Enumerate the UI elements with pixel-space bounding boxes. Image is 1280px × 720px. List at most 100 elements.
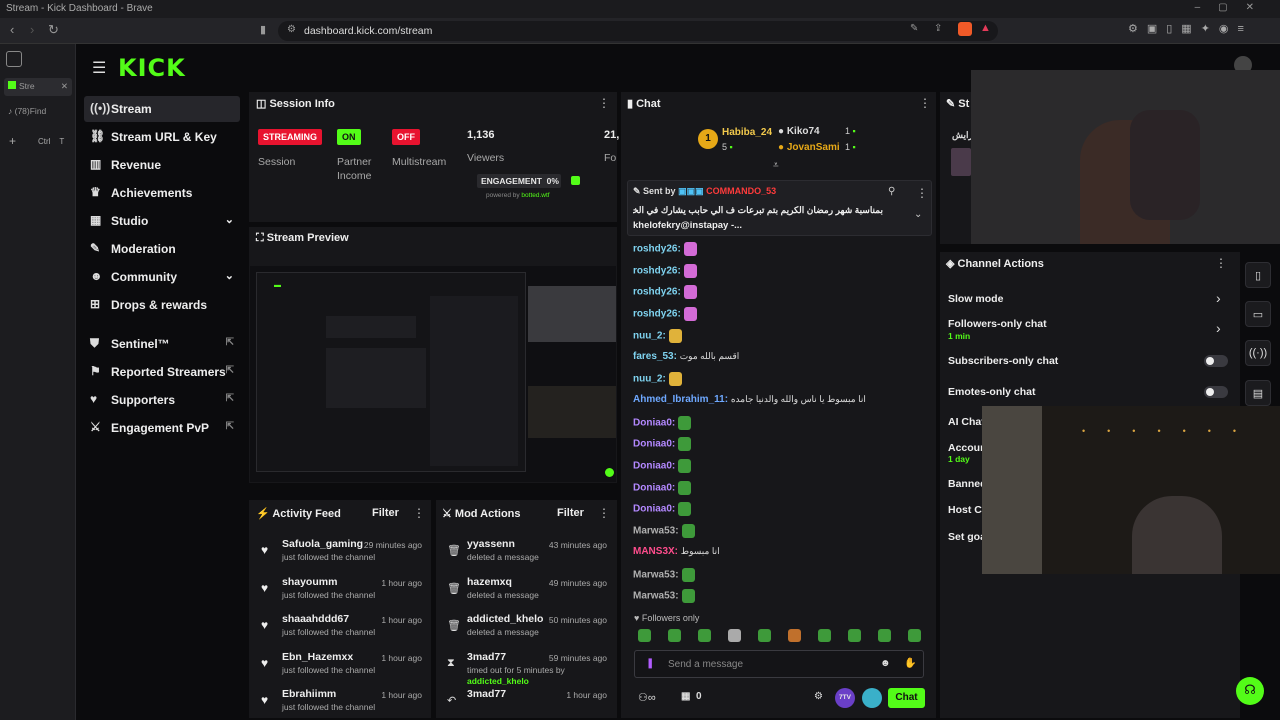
gif-button[interactable] xyxy=(862,688,882,708)
chat-username[interactable]: Ahmed_Ibrahim_11: xyxy=(633,394,728,405)
chat-message[interactable]: roshdy26: xyxy=(633,307,923,322)
followers-only-row[interactable]: Followers-only chat xyxy=(948,318,1047,330)
pinned-sender-name[interactable]: COMMANDO_53 xyxy=(706,186,776,196)
chat-username[interactable]: roshdy26: xyxy=(633,244,681,255)
set-goal-row[interactable]: Set goa xyxy=(948,531,986,543)
chat-username[interactable]: Doniaa0: xyxy=(633,461,675,472)
stream-preview-video[interactable]: ▬ xyxy=(250,266,616,482)
chat-message[interactable]: Marwa53: xyxy=(633,524,923,539)
pin-icon[interactable]: ⚲ xyxy=(888,186,895,197)
tab-stream[interactable]: Stre ✕ xyxy=(4,78,72,96)
rail-chat-icon[interactable]: ▭ xyxy=(1245,301,1271,327)
sidebar-item-reported[interactable]: ⚑ Reported Streamers ⇱ xyxy=(84,359,240,385)
chat-message[interactable]: roshdy26: xyxy=(633,263,923,278)
activity-item-name[interactable]: shayoumm xyxy=(282,576,337,588)
mod-filter-button[interactable]: Filter xyxy=(557,507,584,519)
sidebar-toggle-icon[interactable] xyxy=(6,51,22,67)
chat-message[interactable]: roshdy26: xyxy=(633,242,923,256)
banned-words-row[interactable]: Banned xyxy=(948,478,987,490)
botted-link[interactable]: botted.wtf xyxy=(521,192,549,199)
chat-message[interactable]: Marwa53: xyxy=(633,589,923,604)
chat-message[interactable]: nuu_2: xyxy=(633,372,923,387)
reader-icon[interactable]: ✎ xyxy=(910,23,918,34)
chat-message[interactable]: Ahmed_Ibrahim_11: انا مبسوط يا ناس والله… xyxy=(633,394,923,405)
sidebar-item-stream[interactable]: ((•)) Stream xyxy=(84,96,240,122)
sidebar-item-community[interactable]: ☻ Community ⌄ xyxy=(84,264,240,290)
chat-message[interactable]: Doniaa0: xyxy=(633,415,923,430)
close-icon[interactable]: ✕ xyxy=(61,81,68,92)
more-icon[interactable]: ⋮ xyxy=(598,506,610,520)
emote-icon[interactable] xyxy=(908,629,921,642)
gifter-2[interactable]: ● Kiko74 xyxy=(778,126,820,137)
hamburger-icon[interactable]: ☰ xyxy=(92,58,106,78)
chat-username[interactable]: roshdy26: xyxy=(633,309,681,320)
chat-message[interactable]: roshdy26: xyxy=(633,285,923,300)
top-gifter-name[interactable]: Habiba_24 xyxy=(722,127,772,138)
more-icon[interactable]: ⋮ xyxy=(919,96,931,110)
chevron-right-icon[interactable]: › xyxy=(1216,320,1221,336)
sidebar-item-studio[interactable]: ▦ Studio ⌄ xyxy=(84,208,240,234)
chat-username[interactable]: Doniaa0: xyxy=(633,439,675,450)
new-tab-icon[interactable]: + xyxy=(9,134,16,148)
mod-item-name[interactable]: hazemxq xyxy=(467,576,512,588)
chat-message[interactable]: Marwa53: xyxy=(633,567,923,582)
emote-icon[interactable] xyxy=(848,629,861,642)
gift-counter[interactable]: ▦ 0 xyxy=(681,691,702,702)
chevron-right-icon[interactable]: › xyxy=(1216,290,1221,306)
emote-bar[interactable] xyxy=(634,628,924,644)
more-icon[interactable]: ⋮ xyxy=(916,186,928,200)
chat-message[interactable]: Doniaa0: xyxy=(633,480,923,495)
sidebar-item-revenue[interactable]: ▥ Revenue xyxy=(84,152,240,178)
mod-item-name[interactable]: 3mad77 xyxy=(467,651,506,663)
chat-username[interactable]: Marwa53: xyxy=(633,526,679,537)
settings-icon[interactable]: ⚙ xyxy=(814,691,823,702)
tab-find[interactable]: ♪ (78)Find xyxy=(4,103,72,121)
share-icon[interactable]: ⇪ xyxy=(934,23,942,34)
chevron-down-icon[interactable]: ⌄ xyxy=(225,213,234,226)
gifter-3[interactable]: ● JovanSami xyxy=(778,142,840,153)
more-icon[interactable]: ⋮ xyxy=(1215,256,1227,270)
window-controls[interactable]: –▢✕ xyxy=(1195,2,1272,13)
chat-username[interactable]: Marwa53: xyxy=(633,591,679,602)
activity-item-name[interactable]: shaaahddd67 xyxy=(282,613,349,625)
extension-icons[interactable]: ⚙▣▯▦✦◉≡ xyxy=(1128,22,1253,35)
sidebar-item-moderation[interactable]: ✎ Moderation xyxy=(84,236,240,262)
sidebar-item-drops[interactable]: ⊞ Drops & rewards xyxy=(84,292,240,318)
sidebar-item-engagement[interactable]: ⚔ Engagement PvP ⇱ xyxy=(84,415,240,441)
rail-broadcast-icon[interactable]: ((·)) xyxy=(1245,340,1271,366)
more-icon[interactable]: ⋮ xyxy=(413,506,425,520)
kick-logo[interactable]: KICK xyxy=(118,54,186,82)
back-icon[interactable]: ‹ xyxy=(10,22,14,37)
support-icon[interactable]: ☊ xyxy=(1236,677,1264,705)
chat-username[interactable]: nuu_2: xyxy=(633,374,666,385)
emoji-icon[interactable]: ☻ xyxy=(880,658,891,669)
mod-item-name[interactable]: 3mad77 xyxy=(467,688,506,700)
kick-emote-icon[interactable]: ✋ xyxy=(904,658,916,669)
send-chat-button[interactable]: Chat xyxy=(888,688,925,708)
chat-message[interactable]: MANS3X: انا مبسوط xyxy=(633,546,923,557)
forward-icon[interactable]: › xyxy=(30,22,34,37)
sidebar-item-stream-url[interactable]: ⛓ Stream URL & Key xyxy=(84,124,240,150)
collapse-icon[interactable]: ⩡ xyxy=(773,160,779,171)
chat-username[interactable]: Marwa53: xyxy=(633,569,679,580)
chat-message[interactable]: Doniaa0: xyxy=(633,459,923,473)
more-icon[interactable]: ⋮ xyxy=(598,96,610,110)
chat-message[interactable]: Doniaa0: xyxy=(633,437,923,452)
emote-icon[interactable] xyxy=(788,629,801,642)
ai-chat-row[interactable]: AI Chat xyxy=(948,416,985,428)
bookmark-icon[interactable]: ▮ xyxy=(260,23,266,36)
activity-filter-button[interactable]: Filter xyxy=(372,507,399,519)
chat-username[interactable]: fares_53: xyxy=(633,351,677,362)
slow-mode-row[interactable]: Slow mode xyxy=(948,293,1003,305)
sidebar-item-supporters[interactable]: ♥ Supporters ⇱ xyxy=(84,387,240,413)
chat-username[interactable]: nuu_2: xyxy=(633,330,666,341)
chat-username[interactable]: Doniaa0: xyxy=(633,504,675,515)
emotes-only-row[interactable]: Emotes-only chat xyxy=(948,386,1036,398)
chat-username[interactable]: roshdy26: xyxy=(633,287,681,298)
emote-icon[interactable] xyxy=(728,629,741,642)
chat-username[interactable]: roshdy26: xyxy=(633,265,681,276)
mic-icon[interactable]: ❚ xyxy=(646,658,654,669)
activity-item-name[interactable]: Ebn_Hazemxx xyxy=(282,651,353,663)
rail-notes-icon[interactable]: ▯ xyxy=(1245,262,1271,288)
emote-icon[interactable] xyxy=(818,629,831,642)
